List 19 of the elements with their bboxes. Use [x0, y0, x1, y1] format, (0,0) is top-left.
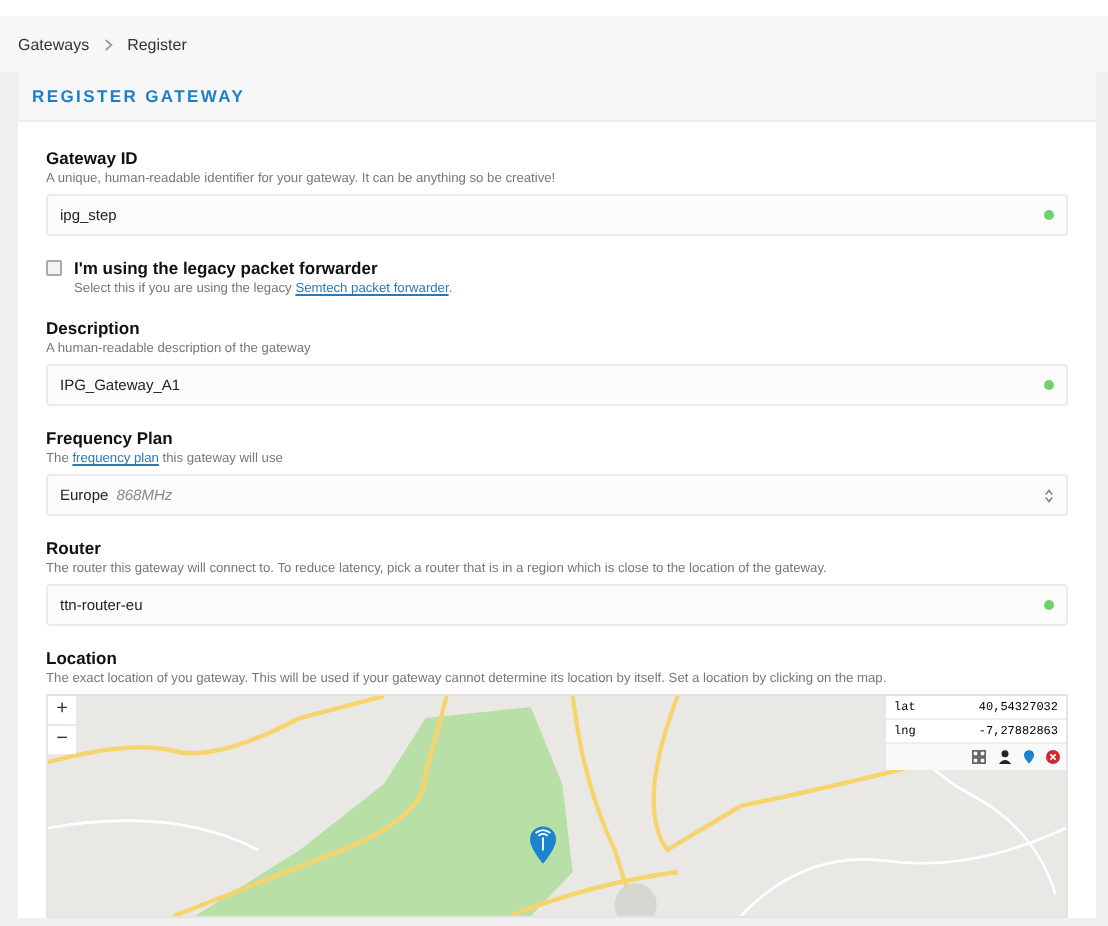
field-label: Router [46, 538, 103, 558]
updown-icon [1044, 487, 1054, 503]
card-title: REGISTER GATEWAY [32, 86, 246, 106]
field-label: I'm using the legacy packet forwarder [74, 258, 380, 278]
breadcrumb-link[interactable]: Gateways [18, 35, 90, 53]
zoom-in-button[interactable]: + [48, 696, 76, 724]
grid-icon[interactable] [972, 750, 986, 764]
field-label: Location [46, 648, 119, 668]
breadcrumb-link[interactable]: Register [127, 35, 187, 53]
field-label: Gateway ID [46, 148, 140, 168]
map-pin-icon [530, 826, 556, 864]
person-icon[interactable] [998, 750, 1012, 764]
field-label: Description [46, 318, 142, 338]
zoom-out-button[interactable]: − [48, 726, 76, 754]
field-label: Frequency Plan [46, 428, 175, 448]
checkbox[interactable] [46, 260, 62, 276]
chevron-icon [103, 37, 114, 51]
delete-icon[interactable] [1046, 750, 1060, 764]
marker-icon[interactable] [1024, 750, 1034, 764]
